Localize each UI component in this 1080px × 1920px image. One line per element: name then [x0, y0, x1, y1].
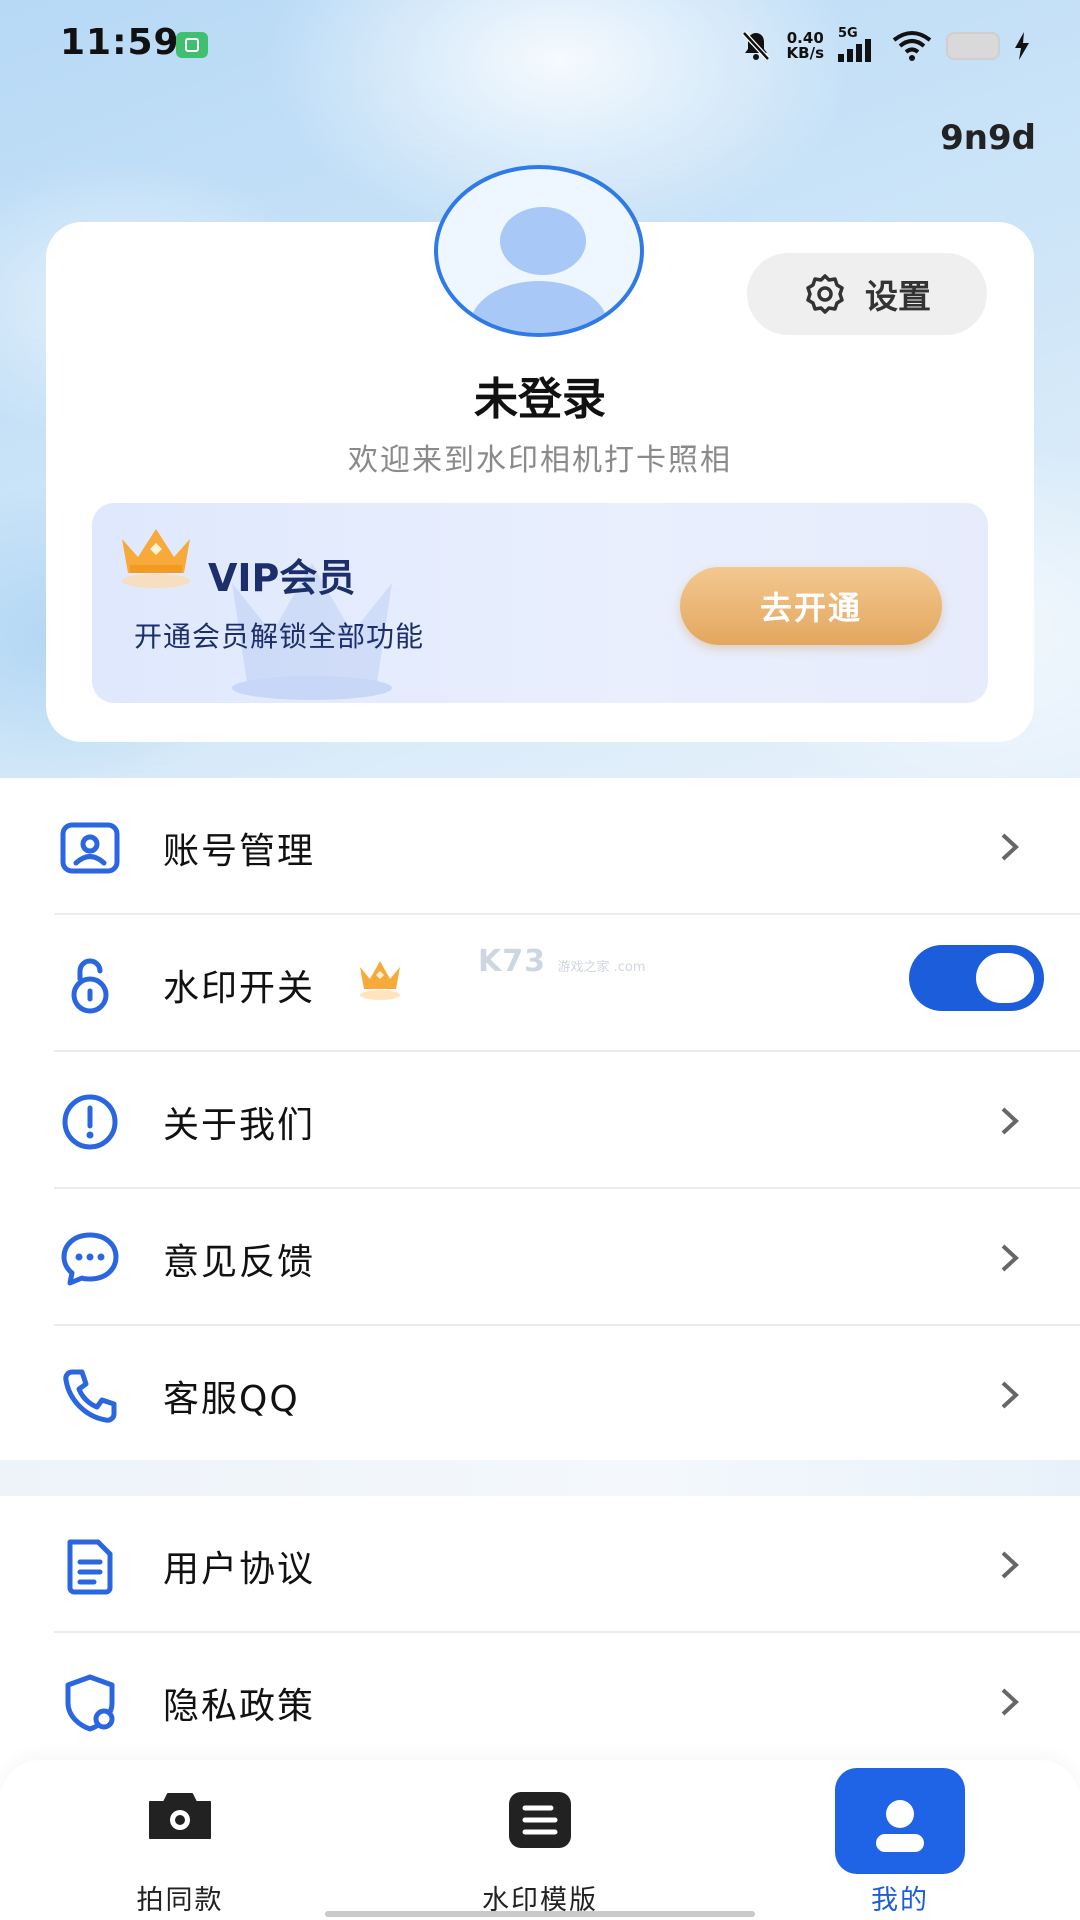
bottom-nav: 拍同款 水印模版 我的	[0, 1760, 1080, 1920]
charging-icon	[1015, 32, 1029, 60]
menu-label: 水印开关	[163, 968, 316, 1009]
account-card-icon	[60, 822, 120, 874]
chevron-right-icon	[1001, 1688, 1019, 1716]
network-speed: 0.40 KB/s	[786, 29, 824, 62]
chevron-right-icon	[1001, 1381, 1019, 1409]
vip-title: VIP会员	[208, 556, 356, 600]
menu-label: 用户协议	[163, 1549, 316, 1590]
menu-item-user-agreement[interactable]: 用户协议	[0, 1496, 1080, 1633]
menu-item-about[interactable]: 关于我们	[0, 1052, 1080, 1189]
home-indicator[interactable]	[325, 1911, 755, 1917]
document-icon	[67, 1539, 113, 1595]
menu-item-qq-service[interactable]: 客服QQ	[0, 1326, 1080, 1463]
nav-tab-shoot[interactable]: 拍同款	[60, 1760, 300, 1920]
chevron-right-icon	[1001, 1107, 1019, 1135]
avatar-body	[470, 281, 608, 333]
nav-tab-mine[interactable]: 我的	[780, 1760, 1020, 1920]
vip-activate-button[interactable]: 去开通	[680, 567, 942, 645]
avatar[interactable]	[434, 165, 644, 337]
section-gap	[0, 1460, 1080, 1496]
menu-section-main: 账号管理 水印开关 关于我们 意见反馈 客服QQ	[0, 778, 1080, 1460]
camera-icon	[149, 1793, 211, 1839]
vip-crown-icon	[360, 961, 400, 1000]
toggle-knob	[976, 953, 1034, 1003]
settings-button[interactable]: 设置	[747, 253, 987, 335]
unlock-icon	[71, 958, 109, 1014]
menu-item-privacy-policy[interactable]: 隐私政策	[0, 1633, 1080, 1770]
username[interactable]: 未登录	[0, 363, 1080, 427]
vip-subtitle: 开通会员解锁全部功能	[134, 620, 425, 653]
menu-label: 关于我们	[163, 1105, 316, 1146]
avatar-head	[500, 207, 586, 275]
menu-label: 账号管理	[163, 831, 316, 872]
vip-banner[interactable]: VIP会员 开通会员解锁全部功能 去开通	[92, 503, 988, 703]
mute-bell-icon	[741, 31, 770, 61]
menu-item-account[interactable]: 账号管理	[0, 778, 1080, 915]
battery-icon	[946, 32, 1000, 60]
shield-icon	[65, 1674, 115, 1732]
nav-label: 拍同款	[136, 1885, 224, 1916]
template-icon	[509, 1792, 571, 1848]
chevron-right-icon	[1001, 833, 1019, 861]
menu-label: 隐私政策	[163, 1686, 316, 1727]
watermark-toggle[interactable]	[909, 945, 1044, 1011]
crown-icon	[122, 529, 190, 588]
gear-icon	[806, 274, 844, 314]
chat-bubble-icon	[61, 1232, 119, 1286]
profile-icon	[876, 1800, 924, 1852]
status-icons: 0.40 KB/s 5G	[739, 26, 1030, 66]
info-icon	[62, 1094, 118, 1150]
status-bar: 11:59 0.40 KB/s 5G	[0, 0, 1080, 90]
watermark-overlay: K73 游戏之家 .com	[478, 944, 646, 979]
app-notification-icon	[176, 32, 208, 58]
wifi-icon	[892, 31, 932, 61]
menu-section-legal: 用户协议 隐私政策	[0, 1496, 1080, 1772]
phone-icon	[63, 1369, 117, 1423]
chevron-right-icon	[1001, 1551, 1019, 1579]
status-time: 11:59	[60, 22, 180, 63]
menu-item-feedback[interactable]: 意见反馈	[0, 1189, 1080, 1326]
nav-tab-templates[interactable]: 水印模版	[420, 1760, 660, 1920]
nav-label: 我的	[871, 1885, 929, 1916]
chevron-right-icon	[1001, 1244, 1019, 1272]
settings-label: 设置	[865, 277, 931, 316]
menu-label: 客服QQ	[163, 1379, 300, 1420]
menu-label: 意见反馈	[163, 1242, 316, 1283]
welcome-text: 欢迎来到水印相机打卡照相	[348, 443, 732, 478]
menu-item-watermark-switch: 水印开关	[0, 915, 1080, 1052]
cellular-signal-icon: 5G	[838, 26, 878, 62]
corner-tag: 9n9d	[940, 118, 1036, 158]
